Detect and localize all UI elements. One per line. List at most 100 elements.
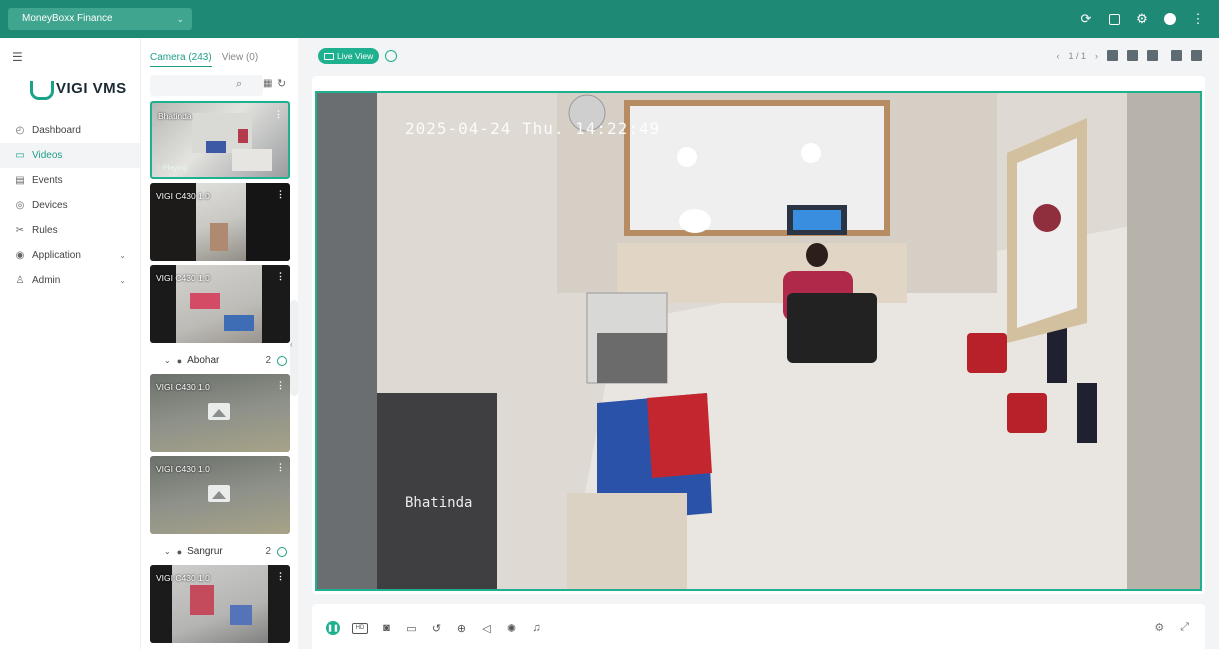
- page-indicator: 1 / 1: [1068, 50, 1086, 61]
- tab-view[interactable]: View (0): [222, 52, 259, 67]
- camera-thumbnail[interactable]: Bhatinda ⋮ ◦ Playing: [150, 101, 290, 179]
- tab-camera[interactable]: Camera (243): [150, 52, 212, 67]
- instant-playback-icon[interactable]: ↺: [430, 622, 443, 635]
- download-icon[interactable]: [1107, 12, 1121, 26]
- live-video[interactable]: 2025-04-24 Thu. 14:22:49 Bhatinda: [315, 91, 1202, 591]
- location-pin-icon: ●: [176, 355, 183, 366]
- camera-icon: [324, 52, 334, 60]
- nav-item-label: Devices: [32, 200, 68, 211]
- live-video-frame: [317, 93, 1200, 589]
- camera-thumbnail[interactable]: VIGI C430 1.0 ⋮: [150, 456, 290, 534]
- camera-thumbnail[interactable]: VIGI C430 1.0 ⋮: [150, 183, 290, 261]
- nav-item-label: Application: [32, 250, 81, 261]
- layout-4-icon[interactable]: [1127, 50, 1138, 61]
- more-icon[interactable]: ⋮: [1191, 11, 1205, 26]
- chevron-left-icon: ‹: [290, 340, 293, 349]
- layout-1-icon[interactable]: [1107, 50, 1118, 61]
- chevron-down-icon: ⌄: [176, 14, 184, 24]
- live-view-button[interactable]: Live View: [318, 48, 380, 64]
- playback-icon[interactable]: [385, 50, 398, 62]
- settings-icon[interactable]: ⚙: [1135, 11, 1149, 26]
- hd-quality-icon[interactable]: HD: [352, 622, 368, 634]
- refresh-icon[interactable]: ⟳: [1079, 11, 1093, 26]
- camera-thumbnail[interactable]: VIGI C430 1.0 ⋮: [150, 265, 290, 343]
- chevron-down-icon: ⌄: [119, 251, 126, 260]
- more-options-icon[interactable]: ⋮: [276, 571, 285, 582]
- camera-status-text: Playing: [162, 163, 188, 172]
- save-layout-icon[interactable]: [1171, 50, 1182, 61]
- camera-name: VIGI C430 1.0: [156, 573, 210, 583]
- next-page-icon[interactable]: ›: [1095, 51, 1098, 61]
- user-avatar-icon[interactable]: [1163, 12, 1177, 26]
- settings-icon[interactable]: ⚙: [1154, 621, 1164, 634]
- location-group-sangrur[interactable]: ⌄ ● Sangrur 2: [150, 538, 291, 565]
- nav-item-label: Videos: [32, 150, 63, 161]
- more-options-icon[interactable]: ⋮: [276, 380, 285, 391]
- camera-name: VIGI C430 1.0: [156, 464, 210, 474]
- video-card: 2025-04-24 Thu. 14:22:49 Bhatinda: [312, 76, 1205, 594]
- nav-item-videos[interactable]: ▭ Videos: [0, 143, 140, 168]
- location-group-abohar[interactable]: ⌄ ● Abohar 2: [150, 347, 291, 374]
- top-bar: MoneyBoxx Finance ⌄ ⟳ ⚙ ⋮: [0, 0, 1219, 38]
- chevron-down-icon: ⌄: [164, 547, 171, 556]
- control-right: ⚙ ⤢: [1154, 621, 1189, 634]
- control-bar: ❚❚ HD ◙ ▭ ↺ ⊕ ◁ ✺ ♫ ⚙ ⤢: [312, 604, 1205, 649]
- dashboard-icon: ◴: [15, 125, 25, 136]
- camera-panel: Camera (243) View (0) ⌕ ▦ ↻ Bhatinda ⋮ ◦…: [140, 38, 298, 649]
- play-all-icon[interactable]: [277, 546, 287, 557]
- location-count: 2: [265, 355, 271, 366]
- camera-name: Bhatinda: [158, 111, 192, 121]
- nav-item-application[interactable]: ◉ Application ⌄: [0, 243, 140, 268]
- search-icon[interactable]: ⌕: [236, 78, 242, 91]
- organization-select[interactable]: MoneyBoxx Finance ⌄: [8, 8, 192, 30]
- talk-icon[interactable]: ♫: [530, 622, 543, 635]
- pause-icon[interactable]: ❚❚: [326, 621, 340, 635]
- camera-name: VIGI C430 1.0: [156, 273, 210, 283]
- top-icons: ⟳ ⚙ ⋮: [1079, 0, 1205, 38]
- control-left: ❚❚ HD ◙ ▭ ↺ ⊕ ◁ ✺ ♫: [326, 621, 543, 635]
- camera-thumbnail[interactable]: VIGI C430 1.0 ⋮: [150, 565, 290, 643]
- panel-collapse-handle[interactable]: ‹: [290, 300, 298, 396]
- nav-item-rules[interactable]: ✂ Rules: [0, 218, 140, 243]
- zoom-icon[interactable]: ⊕: [455, 622, 468, 635]
- nav-item-label: Admin: [32, 275, 61, 286]
- camera-thumbnail[interactable]: VIGI C430 1.0 ⋮: [150, 374, 290, 452]
- refresh-icon[interactable]: ↻: [277, 77, 286, 90]
- nav-item-devices[interactable]: ◎ Devices: [0, 193, 140, 218]
- live-view-label: Live View: [337, 51, 374, 61]
- fullscreen-icon[interactable]: ⤢: [1180, 621, 1189, 634]
- camera-name: VIGI C430 1.0: [156, 191, 210, 201]
- main-area: Live View ‹ 1 / 1 › 2025-04-24 Thu. 14:2…: [298, 38, 1219, 649]
- menu-toggle-icon[interactable]: ☰: [12, 50, 23, 64]
- nav-item-events[interactable]: ▤ Events: [0, 168, 140, 193]
- prev-page-icon[interactable]: ‹: [1056, 51, 1059, 61]
- split-layout-icon[interactable]: [1191, 50, 1202, 61]
- image-placeholder-icon: [208, 403, 230, 420]
- view-bar: Live View: [318, 48, 398, 64]
- more-options-icon[interactable]: ⋮: [276, 271, 285, 282]
- snapshot-icon[interactable]: ◙: [380, 622, 393, 635]
- more-options-icon[interactable]: ⋮: [276, 189, 285, 200]
- play-all-icon[interactable]: [277, 355, 287, 366]
- osd-camera-name: Bhatinda: [405, 495, 473, 511]
- record-icon[interactable]: ▭: [405, 622, 418, 635]
- nav-menu: ◴ Dashboard ▭ Videos ▤ Events ◎ Devices …: [0, 118, 140, 293]
- grid-view-icon[interactable]: ▦: [263, 78, 272, 89]
- application-icon: ◉: [15, 250, 25, 261]
- location-count: 2: [265, 546, 271, 557]
- camera-search-input[interactable]: [150, 75, 263, 96]
- alarm-icon[interactable]: ✺: [505, 622, 518, 635]
- nav-item-dashboard[interactable]: ◴ Dashboard: [0, 118, 140, 143]
- more-options-icon[interactable]: ⋮: [274, 109, 283, 120]
- location-name: Abohar: [187, 355, 220, 366]
- layout-custom-icon[interactable]: [1147, 50, 1158, 61]
- more-options-icon[interactable]: ⋮: [276, 462, 285, 473]
- nav-item-admin[interactable]: ♙ Admin ⌄: [0, 268, 140, 293]
- video-icon: ▭: [15, 150, 25, 161]
- camera-name: VIGI C430 1.0: [156, 382, 210, 392]
- mute-icon[interactable]: ◁: [480, 622, 493, 635]
- chevron-down-icon: ⌄: [119, 276, 126, 285]
- vigi-logo-icon: [30, 80, 54, 100]
- organization-name: MoneyBoxx Finance: [22, 13, 113, 24]
- panel-tabs: Camera (243) View (0): [150, 52, 258, 67]
